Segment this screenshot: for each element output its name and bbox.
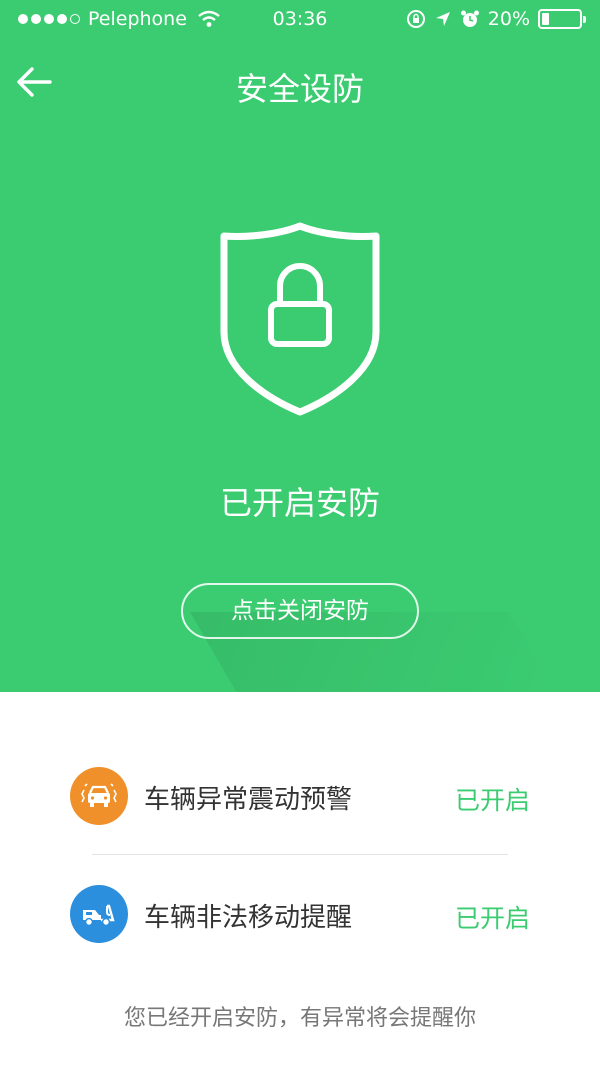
divider [92, 854, 508, 855]
list-item-vibration-alert[interactable]: 车辆异常震动预警 已开启 [70, 767, 540, 827]
status-bar: Pelephone 03:36 20% [0, 0, 600, 40]
list-item-illegal-move-alert[interactable]: 车辆非法移动提醒 已开启 [70, 885, 540, 945]
alarm-clock-icon [460, 10, 479, 27]
list-item-label: 车辆异常震动预警 [144, 785, 353, 815]
disable-security-button[interactable]: 点击关闭安防 [181, 583, 419, 639]
status-badge: 已开启 [454, 786, 530, 815]
security-state-title: 已开启安防 [219, 484, 380, 522]
battery-icon [538, 9, 586, 29]
shield-lock-icon [220, 222, 380, 416]
car-vibration-icon [70, 767, 128, 825]
rotation-lock-icon [406, 10, 425, 28]
status-badge: 已开启 [454, 904, 530, 933]
page-title: 安全设防 [235, 70, 364, 108]
tow-truck-icon [70, 885, 128, 943]
list-item-label: 车辆非法移动提醒 [144, 903, 353, 933]
hero-panel: Pelephone 03:36 20% 安全设防 已开启安防 点击关闭安防 [0, 0, 600, 692]
footnote: 您已经开启安防，有异常将会提醒你 [123, 1006, 476, 1031]
battery-fill [542, 13, 549, 25]
nav-bar: 安全设防 [0, 50, 600, 114]
battery-percent: 20% [487, 8, 530, 30]
location-arrow-icon [435, 12, 450, 26]
